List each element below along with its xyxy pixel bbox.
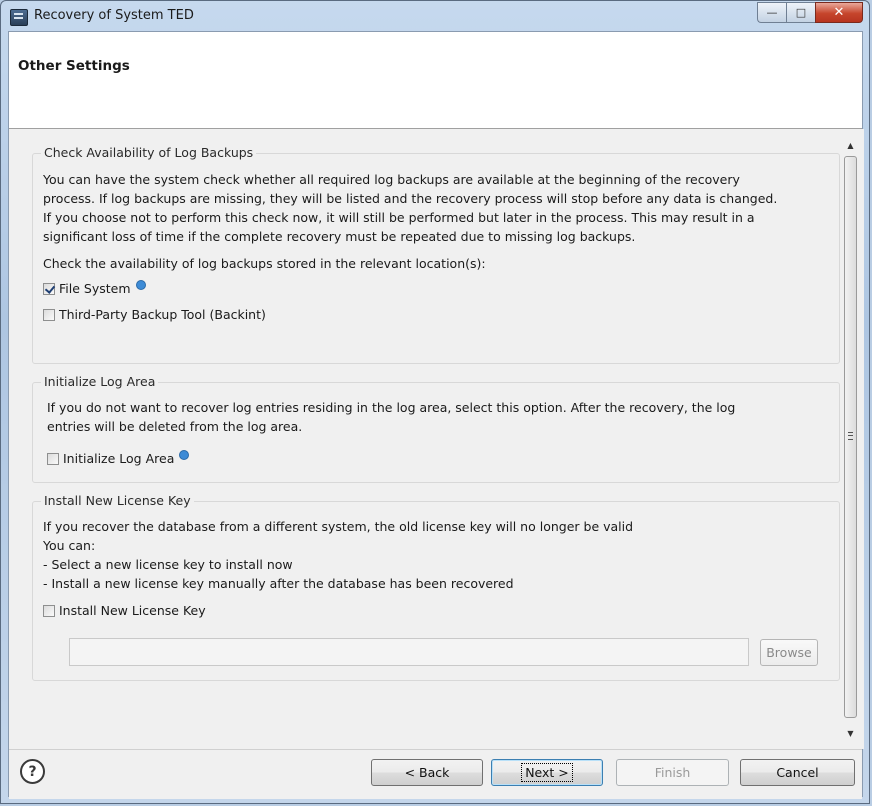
backint-label: Third-Party Backup Tool (Backint) xyxy=(59,307,266,322)
log-backups-prompt: Check the availability of log backups st… xyxy=(43,256,486,271)
file-system-option[interactable]: File System xyxy=(43,279,146,296)
description-line: entries will be deleted from the log are… xyxy=(47,419,303,434)
file-system-checkbox[interactable] xyxy=(43,282,55,295)
description-line: significant loss of time if the complete… xyxy=(43,229,636,244)
group-legend: Install New License Key xyxy=(41,493,194,508)
browse-button[interactable]: Browse xyxy=(760,639,818,666)
window-controls: — □ ✕ xyxy=(757,2,863,23)
close-button[interactable]: ✕ xyxy=(815,2,863,23)
dialog-window: Recovery of System TED — □ ✕ Other Setti… xyxy=(0,0,870,804)
description-line: If you do not want to recover log entrie… xyxy=(47,400,736,415)
settings-scroll-area[interactable]: Check Availability of Log Backups You ca… xyxy=(9,129,864,749)
scroll-down-arrow-icon[interactable]: ▼ xyxy=(843,725,858,741)
page-title: Other Settings xyxy=(18,58,130,74)
group-legend: Check Availability of Log Backups xyxy=(41,145,257,160)
dialog-client-area: Other Settings Check Availability of Log… xyxy=(8,31,864,799)
info-icon[interactable] xyxy=(135,279,146,290)
license-key-description: If you recover the database from a diffe… xyxy=(43,517,833,593)
description-line: - Install a new license key manually aft… xyxy=(43,576,514,591)
minimize-button[interactable]: — xyxy=(757,2,786,23)
initialize-log-area-checkbox[interactable] xyxy=(47,452,59,465)
install-license-checkbox[interactable] xyxy=(43,604,55,617)
description-line: You can: xyxy=(43,538,96,553)
database-app-icon xyxy=(10,9,28,26)
window-title: Recovery of System TED xyxy=(34,8,194,23)
install-license-label: Install New License Key xyxy=(59,603,206,618)
vertical-scrollbar[interactable]: ▲ ▼ xyxy=(843,137,858,741)
description-line: If you choose not to perform this check … xyxy=(43,210,755,225)
next-button[interactable]: Next > xyxy=(491,759,603,786)
initialize-log-area-option[interactable]: Initialize Log Area xyxy=(47,449,190,466)
title-bar[interactable]: Recovery of System TED — □ ✕ xyxy=(1,1,869,31)
initialize-log-area-group: Initialize Log Area If you do not want t… xyxy=(32,374,840,483)
wizard-header: Other Settings xyxy=(9,32,862,129)
finish-button-label: Finish xyxy=(654,765,691,780)
description-line: You can have the system check whether al… xyxy=(43,172,740,187)
backint-option[interactable]: Third-Party Backup Tool (Backint) xyxy=(43,307,266,322)
minimize-icon: — xyxy=(766,6,778,19)
file-system-label: File System xyxy=(59,281,131,296)
grip-icon xyxy=(848,432,853,440)
group-legend: Initialize Log Area xyxy=(41,374,159,389)
scrollbar-thumb[interactable] xyxy=(844,156,857,718)
description-line: - Select a new license key to install no… xyxy=(43,557,293,572)
description-line: process. If log backups are missing, the… xyxy=(43,191,778,206)
finish-button[interactable]: Finish xyxy=(616,759,729,786)
maximize-button[interactable]: □ xyxy=(786,2,815,23)
license-path-input[interactable] xyxy=(69,638,749,666)
install-license-option[interactable]: Install New License Key xyxy=(43,603,206,618)
log-backups-description: You can have the system check whether al… xyxy=(43,170,833,246)
maximize-icon: □ xyxy=(795,6,807,19)
scroll-up-arrow-icon[interactable]: ▲ xyxy=(843,137,858,153)
backint-checkbox[interactable] xyxy=(43,308,55,321)
info-icon[interactable] xyxy=(179,449,190,460)
next-button-label: Next > xyxy=(521,763,573,782)
wizard-footer: ? < Back Next > Finish Cancel xyxy=(9,749,862,799)
initialize-log-area-label: Initialize Log Area xyxy=(63,451,175,466)
initialize-log-area-description: If you do not want to recover log entrie… xyxy=(47,398,833,436)
back-button-label: < Back xyxy=(404,765,450,780)
close-icon: ✕ xyxy=(833,5,845,20)
log-backups-group: Check Availability of Log Backups You ca… xyxy=(32,145,840,364)
license-key-group: Install New License Key If you recover t… xyxy=(32,493,840,681)
back-button[interactable]: < Back xyxy=(371,759,483,786)
cancel-button-label: Cancel xyxy=(776,765,819,780)
help-icon[interactable]: ? xyxy=(20,759,45,784)
cancel-button[interactable]: Cancel xyxy=(740,759,855,786)
description-line: If you recover the database from a diffe… xyxy=(43,519,634,534)
